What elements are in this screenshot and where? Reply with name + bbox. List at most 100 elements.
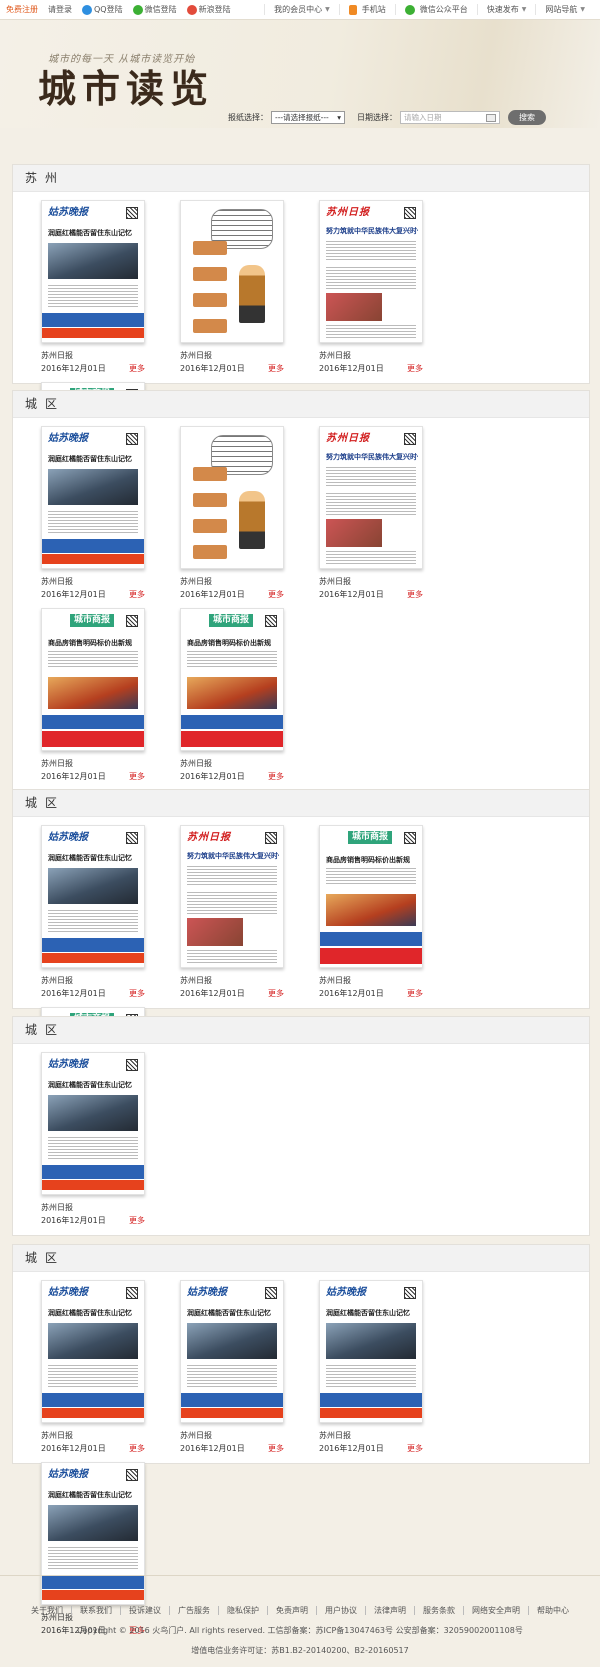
paper-name[interactable]: 苏州日报 <box>180 349 284 362</box>
more-link[interactable]: 更多 <box>129 588 145 601</box>
footer-link[interactable]: 联系我们 <box>71 1606 120 1615</box>
paper-item: 姑苏晚报 润庭红橘能否留住东山记忆 苏州日报 2016年12月01日 更多 <box>180 1280 319 1462</box>
qr-code-icon <box>126 832 138 844</box>
qq-icon <box>82 4 92 15</box>
cover-masthead: 姑苏晚报 <box>48 1469 88 1480</box>
paper-date: 2016年12月01日 <box>180 364 245 373</box>
footer-link[interactable]: 法律声明 <box>365 1606 414 1615</box>
paper-meta: 2016年12月01日 更多 <box>41 1442 145 1455</box>
paper-name[interactable]: 苏州日报 <box>41 757 145 770</box>
more-link[interactable]: 更多 <box>129 1214 145 1227</box>
paper-name[interactable]: 苏州日报 <box>319 575 423 588</box>
member-center-menu[interactable]: 我的会员中心 ▼ <box>264 4 339 15</box>
paper-name[interactable]: 苏州日报 <box>41 974 145 987</box>
footer-link[interactable]: 网络安全声明 <box>463 1606 528 1615</box>
paper-name[interactable]: 苏州日报 <box>41 1201 145 1214</box>
paper-name[interactable]: 苏州日报 <box>319 1429 423 1442</box>
paper-cover-thumbnail[interactable]: 姑苏晚报 润庭红橘能否留住东山记忆 <box>41 1280 145 1423</box>
paper-name[interactable]: 苏州日报 <box>180 1429 284 1442</box>
more-link[interactable]: 更多 <box>268 362 284 375</box>
paper-meta: 2016年12月01日 更多 <box>319 588 423 601</box>
wechat-login-link[interactable]: 微信登陆 <box>132 4 177 15</box>
more-link[interactable]: 更多 <box>268 770 284 783</box>
paper-name[interactable]: 苏州日报 <box>180 575 284 588</box>
more-link[interactable]: 更多 <box>268 1442 284 1455</box>
mobile-icon <box>348 4 357 15</box>
cover-headline: 润庭红橘能否留住东山记忆 <box>48 455 132 463</box>
paper-cover-thumbnail[interactable]: 姑苏晚报 润庭红橘能否留住东山记忆 <box>180 1280 284 1423</box>
paper-date: 2016年12月01日 <box>41 1444 106 1453</box>
paper-cover-thumbnail[interactable]: 姑苏晚报 润庭红橘能否留住东山记忆 <box>41 825 145 968</box>
cover-text <box>326 467 416 487</box>
paper-select[interactable]: ---请选择报纸--- ▾ <box>271 111 345 124</box>
quick-publish-menu[interactable]: 快速发布 ▼ <box>476 4 536 15</box>
date-input[interactable]: 请输入日期 <box>400 111 500 124</box>
paper-name[interactable]: 苏州日报 <box>319 349 423 362</box>
paper-name[interactable]: 苏州日报 <box>41 1429 145 1442</box>
paper-name[interactable]: 苏州日报 <box>319 974 423 987</box>
date-placeholder: 请输入日期 <box>404 113 442 122</box>
footer-link[interactable]: 用户协议 <box>316 1606 365 1615</box>
paper-cover-thumbnail[interactable] <box>180 200 284 343</box>
more-link[interactable]: 更多 <box>129 1442 145 1455</box>
weibo-login-link[interactable]: 新浪登陆 <box>186 4 231 15</box>
footer-link[interactable]: 服务条款 <box>414 1606 463 1615</box>
more-link[interactable]: 更多 <box>407 362 423 375</box>
paper-cover-thumbnail[interactable]: 苏州日报努力筑就中华民族伟大复兴时代的文艺高峰 <box>319 426 423 569</box>
paper-cover-thumbnail[interactable] <box>180 426 284 569</box>
footer-link[interactable]: 关于我们 <box>23 1606 71 1615</box>
wechat-public-link[interactable]: 微信公众平台 <box>394 4 477 15</box>
qr-code-icon <box>265 1287 277 1299</box>
qr-code-icon <box>126 207 138 219</box>
paper-cover-thumbnail[interactable]: 姑苏晚报 润庭红橘能否留住东山记忆 <box>41 1052 145 1195</box>
paper-cover-thumbnail[interactable]: 姑苏晚报 润庭红橘能否留住东山记忆 <box>41 200 145 343</box>
site-logo[interactable]: 城市读览 <box>38 70 214 108</box>
paper-meta: 2016年12月01日 更多 <box>319 1442 423 1455</box>
paper-cover-thumbnail[interactable]: 城市商报商品房销售明码标价出新规 <box>180 608 284 751</box>
paper-name[interactable]: 苏州日报 <box>41 349 145 362</box>
paper-cover-thumbnail[interactable]: 苏州日报努力筑就中华民族伟大复兴时代的文艺高峰 <box>180 825 284 968</box>
qq-login-link[interactable]: QQ登陆 <box>82 4 123 15</box>
illustration-desk <box>193 293 227 307</box>
cover-ad <box>42 938 144 952</box>
paper-name[interactable]: 苏州日报 <box>180 974 284 987</box>
paper-name[interactable]: 苏州日报 <box>41 575 145 588</box>
search-button[interactable]: 搜索 <box>508 110 546 125</box>
site-nav-menu[interactable]: 网站导航 ▼ <box>535 4 594 15</box>
cover-photo <box>48 677 138 709</box>
more-link[interactable]: 更多 <box>268 987 284 1000</box>
footer-link[interactable]: 投诉建议 <box>120 1606 169 1615</box>
footer-link[interactable]: 帮助中心 <box>528 1606 577 1615</box>
more-link[interactable]: 更多 <box>129 987 145 1000</box>
more-link[interactable]: 更多 <box>129 770 145 783</box>
cover-ad <box>42 731 144 747</box>
login-link[interactable]: 请登录 <box>48 4 72 15</box>
newspaper-section: 城区 姑苏晚报 润庭红橘能否留住东山记忆 苏州日报 2016年12月01日 更多 苏州日报 2… <box>12 390 590 792</box>
wechat-icon <box>132 4 143 15</box>
paper-item: 姑苏晚报 润庭红橘能否留住东山记忆苏州日报 2016年12月01日 更多 <box>41 1280 180 1462</box>
illustration-desk <box>193 493 227 507</box>
paper-cover-thumbnail[interactable]: 城市商报商品房销售明码标价出新规 <box>319 825 423 968</box>
mobile-link[interactable]: 手机站 <box>338 4 395 15</box>
paper-cover-thumbnail[interactable]: 苏州日报努力筑就中华民族伟大复兴时代的文艺高峰 <box>319 200 423 343</box>
cover-text <box>326 493 416 515</box>
paper-cover-thumbnail[interactable]: 城市商报商品房销售明码标价出新规 <box>41 608 145 751</box>
footer-link[interactable]: 广告服务 <box>169 1606 218 1615</box>
cover-ad <box>42 953 144 963</box>
more-link[interactable]: 更多 <box>407 588 423 601</box>
qq-login-label: QQ登陆 <box>94 5 123 14</box>
license: 增值电信业务许可证：苏B1.B2-20140200、B2-20160517 <box>191 1646 409 1655</box>
footer-link[interactable]: 免责声明 <box>267 1606 316 1615</box>
more-link[interactable]: 更多 <box>407 987 423 1000</box>
cover-masthead: 苏州日报 <box>187 832 231 843</box>
paper-cover-thumbnail[interactable]: 姑苏晚报 润庭红橘能否留住东山记忆 <box>319 1280 423 1423</box>
more-link[interactable]: 更多 <box>407 1442 423 1455</box>
more-link[interactable]: 更多 <box>129 362 145 375</box>
paper-cover-thumbnail[interactable]: 姑苏晚报 润庭红橘能否留住东山记忆 <box>41 426 145 569</box>
more-link[interactable]: 更多 <box>268 588 284 601</box>
cover-text <box>326 1365 416 1389</box>
paper-name[interactable]: 苏州日报 <box>180 757 284 770</box>
footer-link[interactable]: 隐私保护 <box>218 1606 267 1615</box>
calendar-icon[interactable] <box>486 113 496 122</box>
register-link[interactable]: 免费注册 <box>6 4 38 15</box>
